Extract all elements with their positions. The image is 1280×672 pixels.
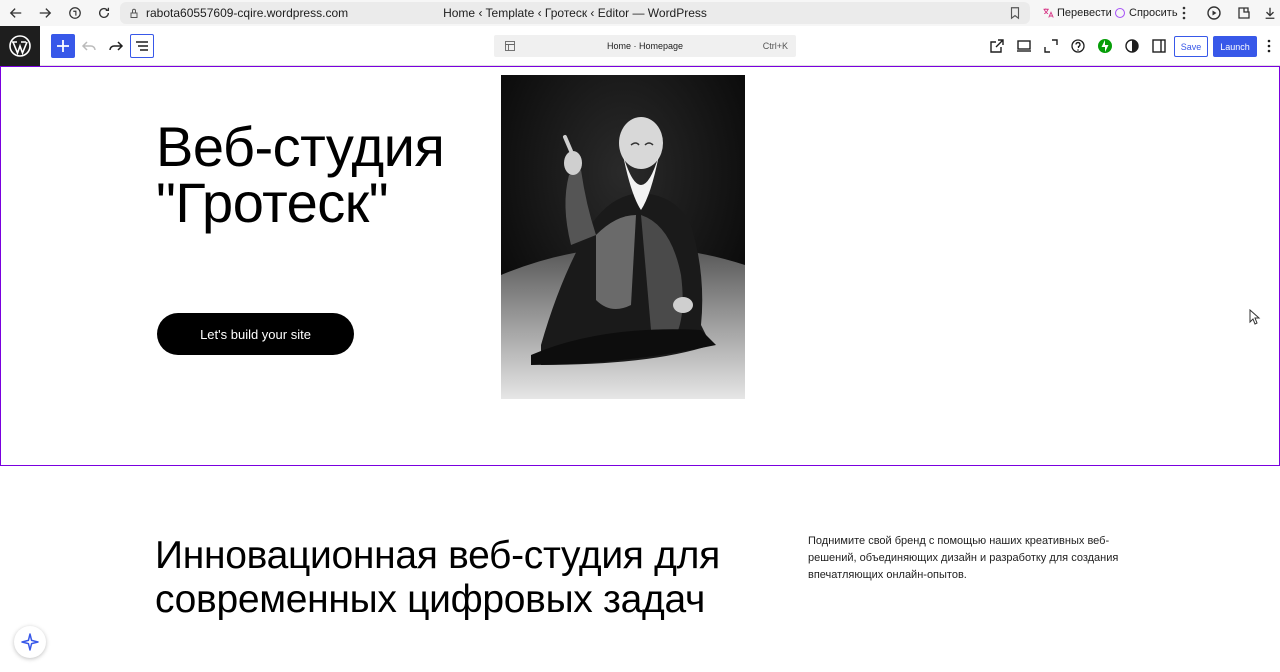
back-button[interactable]	[2, 0, 30, 26]
document-title: Home · Homepage	[606, 41, 684, 51]
document-overview-button[interactable]	[130, 34, 154, 58]
arrow-left-icon	[9, 8, 22, 18]
launch-button[interactable]: Launch	[1213, 36, 1257, 57]
download-icon	[1265, 7, 1275, 19]
hero-cover-block[interactable]: Веб-студия "Гротеск" Let's build your si…	[0, 66, 1280, 466]
zoom-out-icon	[1044, 39, 1058, 53]
add-block-button[interactable]	[51, 34, 75, 58]
more-vertical-icon	[1182, 6, 1186, 20]
redo-button[interactable]	[104, 34, 128, 58]
arrow-right-icon	[39, 8, 52, 18]
plus-icon	[57, 40, 69, 52]
sparkle-icon	[21, 633, 39, 651]
zoom-out-button[interactable]	[1039, 34, 1063, 58]
shield-icon	[69, 7, 81, 19]
styles-button[interactable]	[1120, 34, 1144, 58]
site-info-icon[interactable]	[128, 7, 140, 19]
jetpack-button[interactable]	[1093, 34, 1117, 58]
portrait-photo-icon	[501, 75, 745, 399]
extensions-button[interactable]	[1236, 5, 1252, 21]
desktop-icon	[1017, 40, 1031, 52]
extensions-icon	[1238, 7, 1250, 19]
undo-icon	[81, 41, 96, 51]
forward-button[interactable]	[31, 0, 59, 26]
hero-image[interactable]	[501, 75, 745, 399]
translate-icon	[1043, 8, 1054, 18]
help-icon	[1071, 39, 1085, 53]
reload-icon	[98, 7, 110, 18]
save-button[interactable]: Save	[1174, 36, 1208, 57]
command-palette-bar[interactable]: Home · Homepage Ctrl+K	[494, 35, 796, 57]
url-text: rabota60557609-cqire.wordpress.com	[146, 6, 349, 20]
intro-section: Инновационная веб-студия для современных…	[0, 466, 1280, 672]
view-site-button[interactable]	[985, 34, 1009, 58]
section-heading[interactable]: Инновационная веб-студия для современных…	[155, 534, 755, 621]
wordpress-logo-button[interactable]	[0, 26, 40, 66]
translate-button[interactable]: Перевести	[1038, 4, 1116, 22]
settings-sidebar-button[interactable]	[1147, 34, 1171, 58]
half-circle-icon	[1125, 39, 1139, 53]
list-view-icon	[136, 41, 148, 51]
media-button[interactable]	[1206, 5, 1222, 21]
keyboard-shortcut: Ctrl+K	[762, 41, 788, 51]
device-preview-button[interactable]	[1012, 34, 1036, 58]
translate-label: Перевести	[1057, 7, 1112, 19]
external-link-icon	[990, 39, 1004, 53]
bookmark-icon[interactable]	[1008, 6, 1022, 20]
ai-assistant-button[interactable]	[14, 626, 46, 658]
browser-toolbar: rabota60557609-cqire.wordpress.com Home …	[0, 0, 1280, 26]
downloads-button[interactable]	[1262, 5, 1278, 21]
ask-label: Спросить	[1129, 7, 1178, 19]
sidebar-icon	[1152, 39, 1166, 53]
more-vertical-icon	[1267, 39, 1271, 53]
cta-button[interactable]: Let's build your site	[157, 313, 354, 355]
address-bar[interactable]: rabota60557609-cqire.wordpress.com Home …	[120, 2, 1030, 24]
editor-toolbar: Home · Homepage Ctrl+K Save Launch	[0, 26, 1280, 66]
options-button[interactable]	[1264, 38, 1274, 54]
mouse-cursor-icon	[1249, 309, 1261, 325]
browser-menu-button[interactable]	[1176, 5, 1192, 21]
reload-button[interactable]	[90, 0, 118, 26]
browser-protect-button[interactable]	[61, 0, 89, 26]
help-button[interactable]	[1066, 34, 1090, 58]
wordpress-icon	[9, 35, 31, 57]
hero-heading[interactable]: Веб-студия "Гротеск"	[156, 119, 456, 231]
ask-button[interactable]: Спросить	[1110, 4, 1182, 22]
play-circle-icon	[1207, 6, 1221, 20]
jetpack-icon	[1098, 39, 1112, 53]
ask-ai-icon	[1114, 7, 1126, 19]
section-description[interactable]: Поднимите свой бренд с помощью наших кре…	[808, 533, 1128, 584]
redo-icon	[109, 41, 124, 51]
undo-button[interactable]	[77, 34, 101, 58]
